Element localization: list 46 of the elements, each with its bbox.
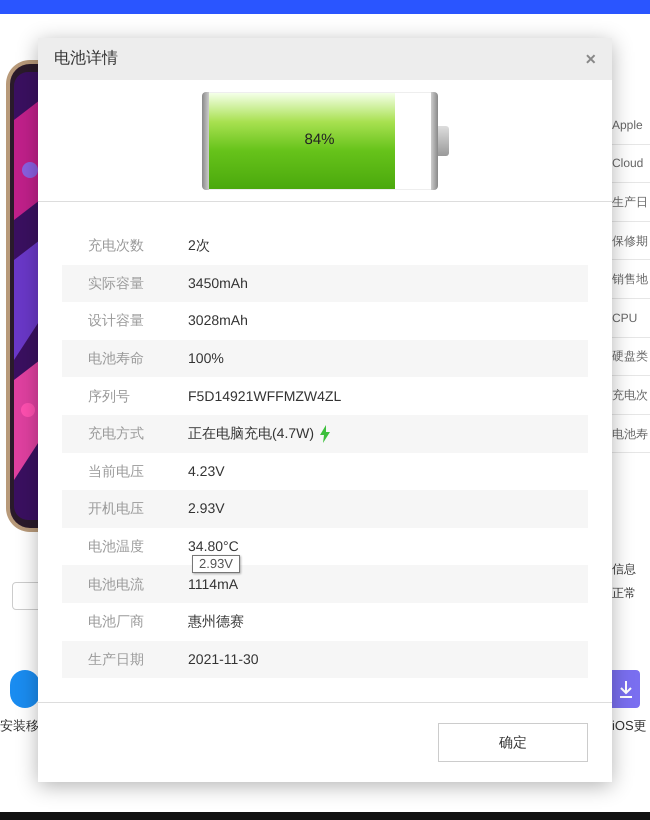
info-label: 充电次 xyxy=(612,386,648,404)
row-label: 当前电压 xyxy=(87,462,145,481)
row-label: 序列号 xyxy=(87,386,131,406)
row-label: 电池寿命 xyxy=(87,349,145,368)
row-value: 正在电脑充电(4.7W) xyxy=(188,424,314,444)
row-value: 4.23V xyxy=(188,462,225,481)
info-label: 硬盘类 xyxy=(612,348,648,366)
row-label: 充电方式 xyxy=(87,424,145,444)
status-text: 信息 xyxy=(612,561,637,578)
tool-label: 安装移 xyxy=(0,717,39,735)
row-label: 实际容量 xyxy=(87,274,145,293)
row-value: 100% xyxy=(188,349,224,368)
battery-terminal-icon xyxy=(438,126,448,156)
row-value: 34.80°C xyxy=(188,537,239,556)
row-label: 生产日期 xyxy=(87,650,145,669)
row-value: F5D14921WFFMZW4ZL xyxy=(188,386,342,406)
lightning-icon xyxy=(320,424,330,443)
row-value: 2.93V xyxy=(188,499,225,518)
info-label: Cloud xyxy=(612,155,644,172)
app-icon[interactable] xyxy=(10,670,40,708)
ok-button[interactable]: 确定 xyxy=(438,723,588,762)
row-value: 2次 xyxy=(188,236,210,256)
battery-cap-icon xyxy=(202,92,208,190)
info-label: Apple xyxy=(612,116,643,134)
battery-percent: 84% xyxy=(304,130,335,150)
row-value: 2021-11-30 xyxy=(188,650,259,669)
row-label: 设计容量 xyxy=(87,311,145,330)
row-value: 3028mAh xyxy=(188,311,248,330)
info-label: 销售地 xyxy=(612,271,648,288)
dialog-title: 电池详情 xyxy=(54,48,118,69)
row-value: 3450mAh xyxy=(188,274,248,293)
row-value: 1114mA xyxy=(188,574,238,594)
row-label: 电池电流 xyxy=(87,574,145,594)
row-label: 开机电压 xyxy=(87,499,145,518)
info-label: CPU xyxy=(612,310,638,327)
info-label: 生产日 xyxy=(612,194,648,211)
info-label: 保修期 xyxy=(612,232,648,250)
tooltip: 2.93V xyxy=(192,555,240,573)
status-text: 正常 xyxy=(612,585,637,602)
tool-label: iOS更 xyxy=(612,717,647,735)
row-value: 惠州德赛 xyxy=(188,612,244,632)
download-icon[interactable] xyxy=(612,670,640,708)
row-label: 电池厂商 xyxy=(87,612,145,632)
row-label: 电池温度 xyxy=(87,537,145,556)
row-label: 充电次数 xyxy=(87,236,145,256)
info-label: 电池寿 xyxy=(612,426,648,443)
